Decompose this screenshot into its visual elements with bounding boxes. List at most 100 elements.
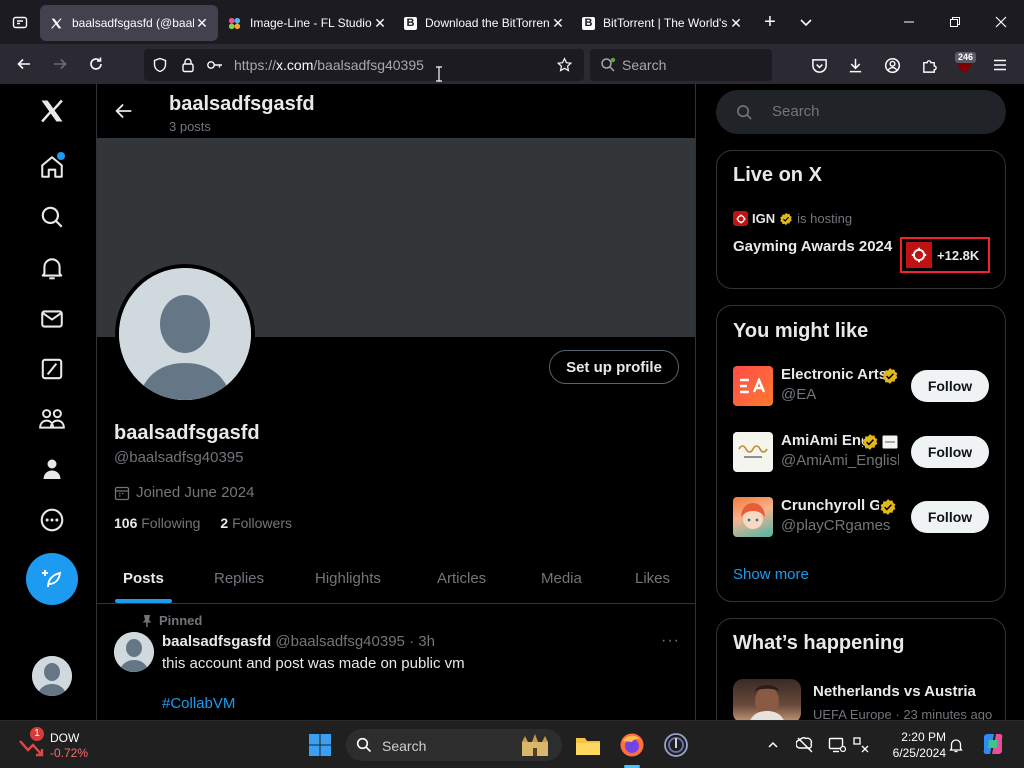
- nav-profile[interactable]: [37, 454, 67, 484]
- notifications-button[interactable]: [946, 735, 966, 755]
- reload-button[interactable]: [78, 48, 114, 80]
- start-button[interactable]: [304, 729, 336, 761]
- suggestion-item[interactable]: AmiAmi English @AmiAmi_English Follow: [733, 432, 993, 474]
- taskbar-clock[interactable]: 2:20 PM 6/25/2024: [876, 729, 946, 761]
- post-header: baalsadfsgasfd @baalsadfsg40395 · 3h: [162, 633, 435, 650]
- follow-button[interactable]: Follow: [911, 436, 989, 468]
- x-logo-icon: [41, 99, 63, 123]
- copilot-button[interactable]: [980, 731, 1006, 757]
- followers-link[interactable]: 2 Followers: [220, 515, 292, 531]
- close-icon[interactable]: ✕: [550, 15, 566, 32]
- downloads-button[interactable]: [844, 54, 866, 76]
- search-icon: [356, 737, 372, 753]
- set-up-profile-button[interactable]: Set up profile: [549, 350, 679, 384]
- follow-button[interactable]: Follow: [911, 370, 989, 402]
- window-close-button[interactable]: [978, 0, 1024, 44]
- ea-logo-icon: [733, 366, 773, 406]
- close-icon[interactable]: ✕: [372, 15, 388, 32]
- tab-highlights[interactable]: Highlights: [315, 554, 381, 603]
- suggestion-item[interactable]: Electronic Arts @EA Follow: [733, 366, 993, 408]
- stock-alert-badge: 1: [30, 727, 44, 741]
- suggestion-name: AmiAmi English: [781, 432, 863, 449]
- post-separator: ·: [409, 633, 415, 650]
- firefox-button[interactable]: [616, 729, 648, 761]
- nav-notifications[interactable]: [37, 253, 67, 283]
- bittorrent-button[interactable]: [660, 729, 692, 761]
- star-icon[interactable]: [556, 57, 573, 73]
- tab-media[interactable]: Media: [541, 554, 582, 603]
- sidebar-search-input[interactable]: Search: [716, 90, 1006, 134]
- extensions-button[interactable]: [918, 54, 940, 76]
- show-more-link[interactable]: Show more: [733, 566, 809, 583]
- following-count: 106: [114, 515, 138, 531]
- search-icon: [737, 105, 752, 120]
- account-icon: [884, 57, 900, 73]
- minimize-button[interactable]: [886, 0, 932, 44]
- tab-replies[interactable]: Replies: [214, 554, 264, 603]
- tab-list-button[interactable]: [0, 0, 40, 44]
- pocket-button[interactable]: [808, 54, 830, 76]
- hamburger-menu-icon: [994, 59, 1006, 71]
- app-menu-button[interactable]: [989, 54, 1011, 76]
- copilot-icon: [983, 734, 1003, 754]
- tab-download-bittorrent[interactable]: B Download the BitTorrent ✕: [396, 5, 574, 41]
- reload-icon: [90, 57, 102, 70]
- tab-image-line[interactable]: Image-Line - FL Studio ✕: [218, 5, 396, 41]
- browser-search-bar[interactable]: Search: [590, 49, 772, 81]
- tab-label: Articles: [437, 570, 487, 587]
- close-icon: [995, 16, 1007, 28]
- live-host-line[interactable]: IGN is hosting: [733, 211, 852, 226]
- back-button[interactable]: [6, 48, 42, 80]
- account-button[interactable]: [881, 54, 903, 76]
- nav-more[interactable]: [37, 505, 67, 535]
- shield-icon[interactable]: [152, 57, 168, 73]
- post-time[interactable]: 3h: [418, 633, 435, 650]
- restore-button[interactable]: [932, 0, 978, 44]
- stock-widget[interactable]: 1 DOW -0.72%: [18, 727, 98, 761]
- network-status-button[interactable]: [795, 735, 815, 755]
- live-event-title[interactable]: Gayming Awards 2024: [733, 237, 893, 257]
- close-icon[interactable]: ✕: [728, 15, 744, 32]
- url-bar[interactable]: https://x.com/baalsadfsg40395: [144, 49, 584, 81]
- display-button[interactable]: [827, 735, 847, 755]
- list-all-tabs-button[interactable]: [788, 4, 824, 40]
- account-switcher-avatar[interactable]: [32, 656, 72, 696]
- trend-thumbnail[interactable]: [733, 679, 801, 723]
- forward-button[interactable]: [42, 48, 78, 80]
- nav-explore[interactable]: [37, 202, 67, 232]
- lock-icon[interactable]: [180, 57, 196, 73]
- x-home-logo[interactable]: [37, 96, 67, 126]
- new-tab-button[interactable]: +: [752, 4, 788, 40]
- following-link[interactable]: 106 Following: [114, 515, 200, 531]
- back-arrow-button[interactable]: [113, 100, 137, 124]
- bell-icon: [949, 739, 963, 753]
- tab-posts[interactable]: Posts: [115, 554, 172, 603]
- file-explorer-button[interactable]: [572, 729, 604, 761]
- tab-articles[interactable]: Articles: [437, 554, 486, 603]
- nav-grok[interactable]: [37, 354, 67, 384]
- tab-likes[interactable]: Likes: [635, 554, 670, 603]
- post-hashtag[interactable]: #CollabVM: [162, 695, 235, 712]
- live-join-button[interactable]: +12.8K: [900, 237, 990, 273]
- post-author-avatar[interactable]: [114, 632, 154, 672]
- compose-post-button[interactable]: [26, 553, 78, 605]
- show-hidden-icons-button[interactable]: [763, 735, 783, 755]
- tab-x-profile[interactable]: baalsadfsgasfd (@baals ✕: [40, 5, 218, 41]
- nav-messages[interactable]: [37, 304, 67, 334]
- nav-communities[interactable]: [37, 404, 67, 434]
- post-more-button[interactable]: ···: [661, 632, 680, 650]
- post-author-name[interactable]: baalsadfsgasfd: [162, 633, 271, 650]
- profile-avatar[interactable]: [115, 264, 255, 404]
- taskbar-search-input[interactable]: Search: [346, 729, 562, 761]
- trend-title[interactable]: Netherlands vs Austria: [813, 683, 976, 700]
- url-text[interactable]: https://x.com/baalsadfsg40395: [234, 57, 424, 73]
- follow-button[interactable]: Follow: [911, 501, 989, 533]
- suggestion-item[interactable]: Crunchyroll Games @playCRgames Follow: [733, 497, 993, 539]
- volume-button[interactable]: [851, 735, 871, 755]
- tab-bittorrent-home[interactable]: B BitTorrent | The World's ✕: [574, 5, 752, 41]
- post-author-handle[interactable]: @baalsadfsg40395: [275, 633, 405, 650]
- key-icon[interactable]: [206, 57, 224, 73]
- arrow-left-icon: [115, 103, 132, 119]
- close-icon[interactable]: ✕: [194, 15, 210, 32]
- no-internet-icon: [796, 737, 813, 753]
